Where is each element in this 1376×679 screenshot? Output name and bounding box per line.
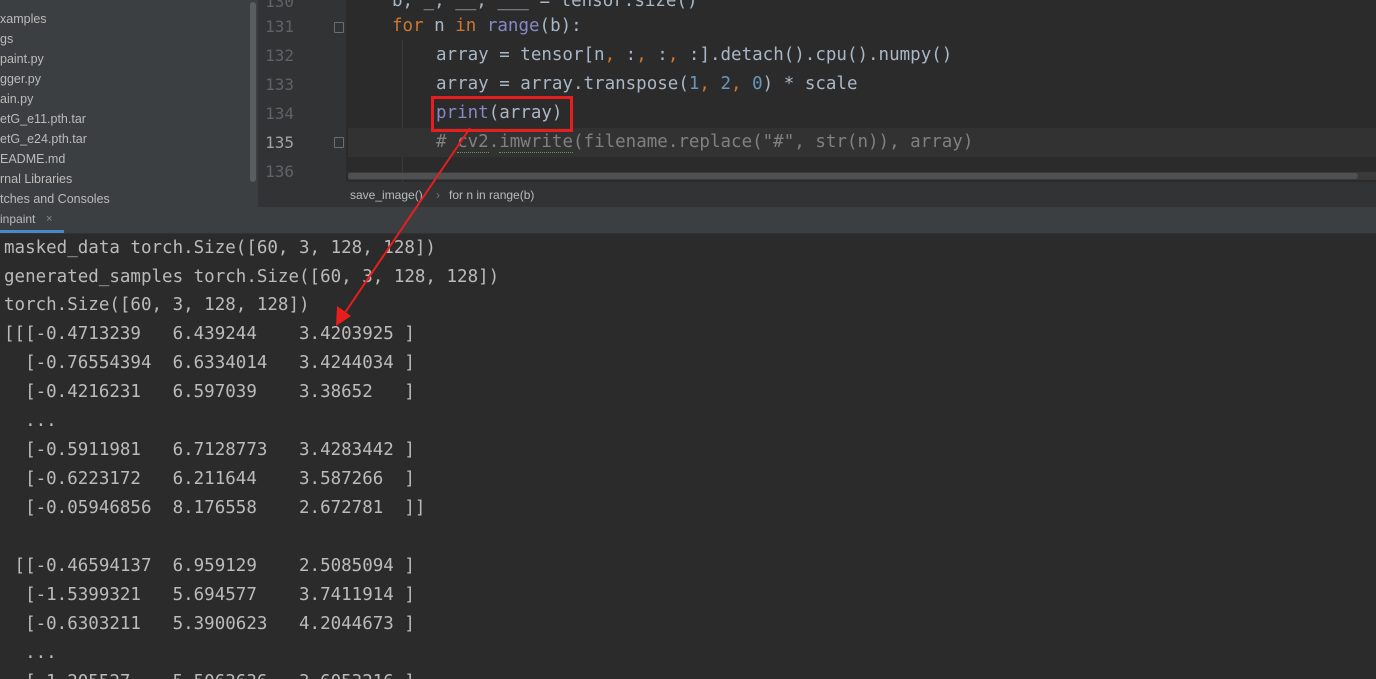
console-line: [-1.205527 5.5063636 3.6053216 ] xyxy=(4,668,415,679)
code-comma: , xyxy=(699,74,721,94)
line-number: 134 xyxy=(265,104,294,123)
tree-item[interactable]: EADME.md xyxy=(0,149,65,169)
tree-item[interactable]: gger.py xyxy=(0,69,41,89)
run-console[interactable]: masked_data torch.Size([60, 3, 128, 128]… xyxy=(0,234,1376,679)
breadcrumb-separator: › xyxy=(436,188,440,202)
line-number: 136 xyxy=(265,162,294,181)
console-line: ... xyxy=(4,411,57,431)
tab-label: inpaint xyxy=(0,212,36,226)
code-token: array = tensor[n xyxy=(436,45,605,65)
fold-marker-icon[interactable] xyxy=(334,137,344,148)
builtin: range xyxy=(486,16,540,36)
number-literal: 1 xyxy=(688,74,700,94)
code-token: n xyxy=(423,16,456,36)
console-line: [-0.05946856 8.176558 2.672781 ]] xyxy=(4,498,426,518)
code-token: :].detach().cpu().numpy() xyxy=(678,45,953,65)
console-line: masked_data torch.Size([60, 3, 128, 128]… xyxy=(4,238,436,258)
tree-item-external-libraries[interactable]: rnal Libraries xyxy=(0,169,72,189)
line-number: 133 xyxy=(265,75,294,94)
indent-guide xyxy=(402,40,404,182)
tree-item[interactable]: paint.py xyxy=(0,49,44,69)
line-number: 131 xyxy=(265,17,294,36)
console-line: ... xyxy=(4,643,57,663)
console-line: [-0.4216231 6.597039 3.38652 ] xyxy=(4,382,415,402)
keyword: for xyxy=(392,16,424,36)
breadcrumb-item-function[interactable]: save_image() xyxy=(350,183,423,207)
breadcrumb-item-loop[interactable]: for n in range(b) xyxy=(449,183,534,207)
tree-item[interactable]: etG_e11.pth.tar xyxy=(0,109,86,129)
tree-item[interactable]: gs xyxy=(0,29,13,49)
tree-item[interactable]: ain.py xyxy=(0,89,33,109)
number-literal: 2 xyxy=(720,74,732,94)
tree-item-scratches[interactable]: tches and Consoles xyxy=(0,189,110,207)
number-literal: 0 xyxy=(752,74,763,94)
comment: # cv2.imwrite(filename.replace("#", str(… xyxy=(436,132,974,153)
tab-inpaint[interactable]: inpaint × xyxy=(0,207,64,233)
code-token: array = array.transpose( xyxy=(436,74,689,94)
line-number: 132 xyxy=(265,46,294,65)
console-line: torch.Size([60, 3, 128, 128]) xyxy=(4,295,310,315)
code-token: (b): xyxy=(539,16,582,36)
code-token: : xyxy=(615,45,637,65)
console-line: [-1.5399321 5.694577 3.7411914 ] xyxy=(4,585,415,605)
code-token: ) * scale xyxy=(762,74,858,94)
tree-item[interactable]: etG_e24.pth.tar xyxy=(0,129,87,149)
scrollbar-thumb[interactable] xyxy=(348,173,1358,179)
tree-item[interactable]: xamples xyxy=(0,9,47,29)
keyword: in xyxy=(455,16,477,36)
code-line-131: for n in range(b): xyxy=(392,12,582,41)
line-number-current: 135 xyxy=(265,133,294,152)
console-line: generated_samples torch.Size([60, 3, 128… xyxy=(4,267,500,287)
editor-horizontal-scrollbar[interactable] xyxy=(348,172,1376,180)
console-line: [[[-0.4713239 6.439244 3.4203925 ] xyxy=(4,324,415,344)
console-line: [-0.6303211 5.3900623 4.2044673 ] xyxy=(4,614,415,634)
fold-marker-icon[interactable] xyxy=(334,22,344,33)
tree-scrollbar-thumb[interactable] xyxy=(250,2,256,182)
highlight-box xyxy=(431,96,573,132)
project-tree: xamples gs paint.py gger.py ain.py etG_e… xyxy=(0,0,248,207)
console-line: [[-0.46594137 6.959129 2.5085094 ] xyxy=(4,556,415,576)
console-line: [-0.6223172 6.211644 3.587266 ] xyxy=(4,469,415,489)
code-token: : xyxy=(646,45,668,65)
console-line: [-0.76554394 6.6334014 3.4244034 ] xyxy=(4,353,415,373)
breadcrumb: save_image() › for n in range(b) xyxy=(258,182,1376,208)
code-editor[interactable]: 130 131 132 133 134 135 136 b, _, __, __… xyxy=(258,0,1376,182)
tree-scrollbar[interactable] xyxy=(248,0,258,207)
console-line: [-0.5911981 6.7128773 3.4283442 ] xyxy=(4,440,415,460)
code-comma: , xyxy=(731,74,753,94)
code-comma: , xyxy=(636,45,647,65)
editor-gutter: 130 131 132 133 134 135 136 xyxy=(258,0,346,182)
close-icon[interactable]: × xyxy=(46,207,52,232)
code-line-133: array = array.transpose(1, 2, 0) * scale xyxy=(436,70,858,99)
code-comma: , xyxy=(604,45,616,65)
code-line-132: array = tensor[n, :, :, :].detach().cpu(… xyxy=(436,41,952,70)
run-tool-window-bar: inpaint × xyxy=(0,207,1376,234)
code-line-135: # cv2.imwrite(filename.replace("#", str(… xyxy=(348,128,1376,157)
code-comma: , xyxy=(667,45,679,65)
